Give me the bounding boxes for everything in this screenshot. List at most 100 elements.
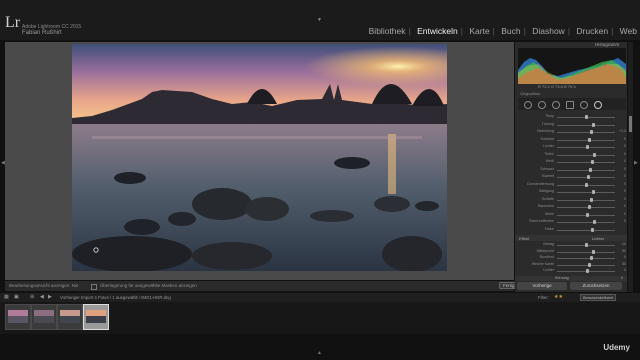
filmstrip-thumbnail[interactable] [31, 304, 57, 330]
slider-value[interactable]: 50 [622, 262, 626, 266]
top-panel-toggle-icon[interactable]: ▼ [317, 17, 322, 23]
histogram[interactable] [518, 48, 626, 84]
module-karte[interactable]: Karte [469, 26, 489, 36]
slider-knob[interactable] [587, 175, 590, 179]
basic-slider-row[interactable]: Schärfe 0 [519, 197, 626, 203]
scrollbar-thumb[interactable] [629, 116, 632, 132]
slider-value[interactable]: 0 [624, 268, 626, 272]
slider-knob[interactable] [590, 197, 593, 202]
basic-slider-row[interactable]: Schwarz 0 [519, 167, 626, 173]
photo-preview[interactable] [72, 44, 447, 271]
grid-view-icon[interactable]: ▦ [4, 294, 9, 300]
basic-slider-row[interactable]: Rauschen 0 [519, 204, 626, 210]
slider-knob[interactable] [588, 262, 591, 267]
slider-knob[interactable] [590, 130, 593, 134]
vignette-style[interactable]: Lichter [592, 236, 604, 241]
slider-value[interactable]: 0 [624, 182, 626, 186]
basic-slider-row[interactable]: Lichter 0 [519, 144, 626, 150]
slider-track[interactable] [557, 222, 615, 223]
slider-value[interactable]: 0 [624, 152, 626, 156]
slider-track[interactable] [557, 192, 615, 193]
basic-slider-row[interactable]: Tiefen 0 [519, 152, 626, 158]
basic-slider-row[interactable]: Weiß 0 [519, 159, 626, 165]
basic-slider-row[interactable]: Tönung [519, 122, 626, 128]
grain-header[interactable]: Körnung 0 [515, 276, 627, 281]
filmstrip-source-path[interactable]: Vorheriger Import 4 Fotos / 1 ausgewählt… [60, 295, 171, 300]
module-web[interactable]: Web [620, 26, 637, 36]
previous-button[interactable]: Vorherige [517, 282, 567, 290]
slider-knob[interactable] [592, 122, 595, 127]
radial-filter-icon[interactable] [580, 101, 588, 109]
effects-panel-header[interactable]: Effekt Lichter [515, 235, 627, 241]
filmstrip-thumbnail[interactable] [5, 304, 31, 330]
basic-slider-row[interactable]: Kontrast 0 [519, 137, 626, 143]
slider-value[interactable]: 0 [624, 204, 626, 208]
basic-slider-row[interactable]: Rand entfernen 0 [519, 219, 626, 225]
slider-knob[interactable] [593, 152, 596, 157]
slider-value[interactable]: 0 [624, 189, 626, 193]
prev-arrow-icon[interactable]: ◀ [40, 294, 44, 300]
slider-knob[interactable] [588, 137, 591, 142]
slider-track[interactable] [557, 229, 615, 231]
slider-value[interactable]: 0 [624, 167, 626, 171]
slider-knob[interactable] [592, 249, 595, 254]
slider-track[interactable] [557, 264, 615, 266]
slider-track[interactable] [557, 258, 615, 259]
slider-knob[interactable] [585, 115, 588, 119]
red-eye-icon[interactable] [552, 101, 560, 109]
slider-track[interactable] [557, 162, 615, 163]
graduated-filter-icon[interactable] [566, 101, 574, 109]
slider-value[interactable]: -10 [621, 242, 626, 246]
basic-slider-row[interactable]: Farbe [519, 227, 626, 233]
slider-knob[interactable] [585, 182, 588, 187]
slider-track[interactable] [557, 139, 615, 141]
slider-knob[interactable] [592, 190, 595, 194]
histogram-label[interactable]: Histogramm [595, 42, 619, 47]
slider-knob[interactable] [589, 167, 592, 172]
module-entwickeln[interactable]: Entwickeln [417, 26, 458, 36]
module-drucken[interactable]: Drucken [576, 26, 608, 36]
slider-value[interactable]: +1,0 [619, 129, 626, 133]
filmstrip-thumbnail-selected[interactable] [83, 304, 109, 330]
slider-knob[interactable] [591, 160, 594, 164]
basic-slider-row[interactable]: Dunstentfernung 0 [519, 182, 626, 188]
slider-track[interactable] [557, 199, 615, 201]
slider-value[interactable]: 0 [624, 212, 626, 216]
module-diashow[interactable]: Diashow [532, 26, 565, 36]
vignette-slider-row[interactable]: Weiche Kante 50 [519, 262, 626, 268]
slider-track[interactable] [557, 177, 615, 178]
spot-removal-icon[interactable] [538, 101, 546, 109]
original-photo-toggle[interactable]: Originalfoto [520, 91, 540, 96]
slider-value[interactable]: 50 [622, 249, 626, 253]
slider-value[interactable]: 0 [624, 137, 626, 141]
vignette-slider-row[interactable]: Betrag -10 [519, 242, 626, 248]
slider-track[interactable] [557, 154, 615, 156]
basic-slider-row[interactable]: Temp [519, 114, 626, 120]
edit-view-label[interactable]: Bearbeitungsansicht anzeigen: Nie [9, 283, 79, 288]
slider-knob[interactable] [586, 212, 589, 217]
slider-knob[interactable] [588, 205, 591, 209]
module-bibliothek[interactable]: Bibliothek [369, 26, 406, 36]
grid-icon[interactable]: ⊞ [30, 294, 34, 300]
basic-slider-row[interactable]: Sättigung 0 [519, 189, 626, 195]
slider-value[interactable]: 0 [624, 159, 626, 163]
filter-select[interactable]: Benutzerdefiniert [580, 294, 617, 301]
slider-value[interactable]: 0 [624, 174, 626, 178]
slider-track[interactable] [557, 124, 615, 126]
slider-value[interactable]: 0 [624, 219, 626, 223]
slider-value[interactable]: 0 [624, 255, 626, 259]
vignette-slider-row[interactable]: Rundheit 0 [519, 255, 626, 261]
overlay-checkbox[interactable] [91, 284, 97, 290]
next-arrow-icon[interactable]: ▶ [48, 294, 52, 300]
slider-value[interactable]: 0 [624, 144, 626, 148]
module-buch[interactable]: Buch [501, 26, 520, 36]
right-panel-scrollbar[interactable] [628, 42, 633, 292]
flag-filter-icon[interactable]: ★★ [554, 294, 563, 300]
vignette-slider-row[interactable]: Mittelpunkt 50 [519, 249, 626, 255]
slider-knob[interactable] [591, 227, 594, 232]
slider-knob[interactable] [585, 243, 588, 247]
vignette-slider-row[interactable]: Lichter 0 [519, 268, 626, 274]
slider-track[interactable] [557, 251, 615, 253]
slider-knob[interactable] [586, 145, 589, 149]
slider-track[interactable] [557, 169, 615, 171]
